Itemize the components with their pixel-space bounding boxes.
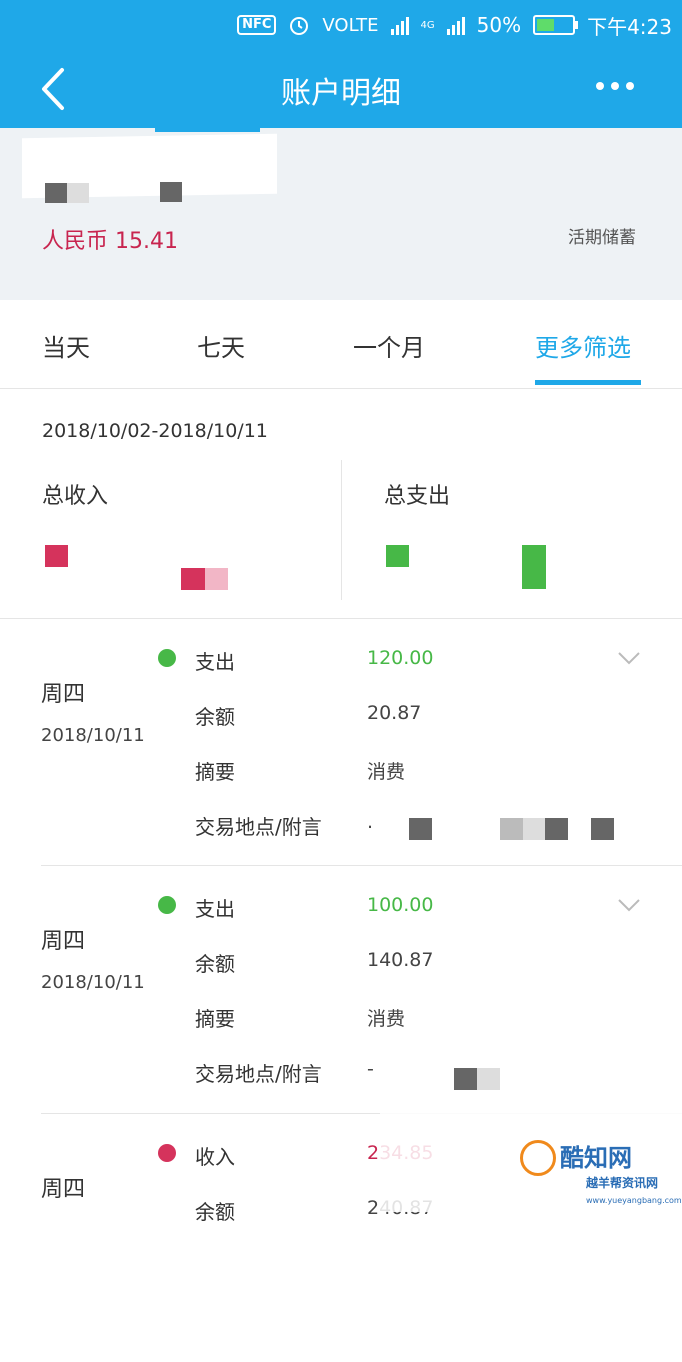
summary-panel: 2018/10/02-2018/10/11 总收入 总支出 bbox=[0, 388, 682, 619]
balance-label: 余额 bbox=[195, 1200, 235, 1224]
transaction-item[interactable]: 周四 2018/10/11 支出 120.00 余额 20.87 摘要 消费 交… bbox=[0, 618, 682, 866]
redacted-block bbox=[454, 1068, 477, 1090]
tab-more-filters[interactable]: 更多筛选 bbox=[535, 328, 631, 363]
expense-dot bbox=[158, 649, 176, 667]
chevron-down-icon[interactable] bbox=[618, 651, 640, 665]
transaction-weekday: 周四 bbox=[41, 1177, 86, 1202]
transaction-amount: 120.00 bbox=[367, 647, 434, 669]
memo-value: 消费 bbox=[367, 761, 406, 783]
watermark-subtitle: 越羊帮资讯网 bbox=[586, 1176, 659, 1190]
balance-value: 20.87 bbox=[367, 702, 422, 724]
tab-today[interactable]: 当天 bbox=[42, 328, 90, 363]
total-expense-label: 总支出 bbox=[384, 484, 451, 509]
redacted-block bbox=[500, 818, 523, 840]
watermark-url: www.yueyangbang.com bbox=[586, 1196, 682, 1205]
place-value: - bbox=[367, 1058, 374, 1080]
account-balance: 人民币 15.41 bbox=[42, 229, 178, 254]
balance-label: 余额 bbox=[195, 952, 235, 976]
signal-icon bbox=[390, 15, 409, 35]
redacted-expense-value bbox=[386, 545, 409, 567]
redacted-block bbox=[477, 1068, 500, 1090]
balance-value: 140.87 bbox=[367, 949, 434, 971]
redacted-expense-value bbox=[522, 545, 546, 589]
nav-bar: 账户明细 bbox=[0, 50, 682, 128]
chevron-down-icon[interactable] bbox=[618, 898, 640, 912]
place-label: 交易地点/附言 bbox=[195, 815, 322, 839]
account-type: 活期储蓄 bbox=[568, 228, 636, 248]
redacted-block bbox=[591, 818, 614, 840]
redacted-block bbox=[45, 183, 67, 203]
tab-one-month[interactable]: 一个月 bbox=[353, 328, 425, 363]
redacted-block bbox=[160, 182, 182, 202]
alarm-icon bbox=[290, 17, 309, 35]
redacted-block bbox=[523, 818, 545, 840]
network-type: 4G bbox=[420, 19, 435, 31]
transaction-weekday: 周四 bbox=[41, 929, 86, 954]
memo-label: 摘要 bbox=[195, 1007, 235, 1031]
active-tab-indicator bbox=[535, 380, 641, 385]
memo-value: 消费 bbox=[367, 1008, 406, 1030]
transaction-weekday: 周四 bbox=[41, 682, 86, 707]
account-card: 人民币 15.41 活期储蓄 bbox=[0, 128, 682, 300]
type-label: 收入 bbox=[195, 1145, 235, 1169]
transaction-item[interactable]: 周四 2018/10/11 支出 100.00 余额 140.87 摘要 消费 … bbox=[0, 866, 682, 1114]
type-label: 支出 bbox=[195, 897, 235, 921]
tab-seven-days[interactable]: 七天 bbox=[197, 328, 245, 363]
balance-label: 余额 bbox=[195, 705, 235, 729]
signal-icon-2 bbox=[446, 15, 465, 35]
redacted-block bbox=[67, 183, 89, 203]
redacted-block bbox=[409, 818, 432, 840]
redacted-income-value bbox=[205, 568, 228, 590]
redacted-income-value bbox=[181, 568, 205, 590]
status-bar: NFC VOLTE 4G 50% 下午4:23 bbox=[0, 0, 682, 50]
transaction-date: 2018/10/11 bbox=[41, 972, 145, 993]
transaction-date: 2018/10/11 bbox=[41, 725, 145, 746]
watermark-logo bbox=[520, 1140, 556, 1176]
filter-tabs: 当天 七天 一个月 更多筛选 bbox=[0, 300, 682, 389]
page-title: 账户明细 bbox=[281, 76, 401, 111]
battery-percent: 50% bbox=[476, 13, 522, 37]
place-value: . bbox=[367, 811, 374, 833]
total-income-label: 总收入 bbox=[42, 484, 109, 509]
divider bbox=[341, 460, 342, 600]
place-label: 交易地点/附言 bbox=[195, 1062, 322, 1086]
income-dot bbox=[158, 1144, 176, 1162]
redacted-block bbox=[545, 818, 568, 840]
type-label: 支出 bbox=[195, 650, 235, 674]
battery-icon bbox=[533, 15, 579, 35]
redacted-income-value bbox=[45, 545, 68, 567]
decor-line bbox=[155, 128, 260, 132]
nfc-indicator: NFC bbox=[237, 15, 277, 35]
transaction-amount: 100.00 bbox=[367, 894, 434, 916]
clock: 下午4:23 bbox=[587, 14, 672, 39]
volte-indicator: VOLTE bbox=[322, 14, 379, 36]
expense-dot bbox=[158, 896, 176, 914]
more-options-icon[interactable] bbox=[596, 82, 634, 90]
date-range: 2018/10/02-2018/10/11 bbox=[42, 420, 268, 442]
watermark-name: 酷知网 bbox=[560, 1143, 632, 1172]
memo-label: 摘要 bbox=[195, 760, 235, 784]
